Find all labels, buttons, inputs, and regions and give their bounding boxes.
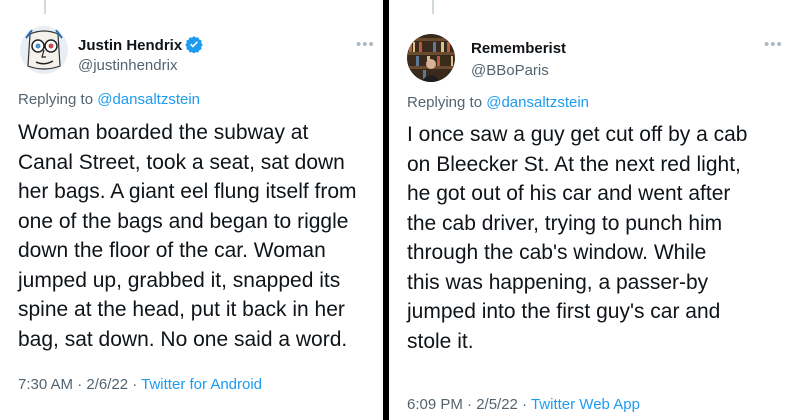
- replying-to: Replying to @dansaltzstein: [407, 94, 589, 111]
- tweet-card-left: Justin Hendrix @justinhendrix ••• Replyi…: [0, 0, 383, 420]
- display-name[interactable]: Justin Hendrix: [78, 35, 203, 54]
- bookshelf-photo-avatar-icon: [407, 34, 455, 82]
- tweet-source-link[interactable]: Twitter Web App: [531, 396, 640, 413]
- screenshot-root: Justin Hendrix @justinhendrix ••• Replyi…: [0, 0, 800, 420]
- replying-to-label: Replying to: [407, 94, 487, 111]
- tweet-card-right: Rememberist @BBoParis ••• Replying to @d…: [389, 0, 800, 420]
- more-options-icon[interactable]: •••: [764, 36, 783, 53]
- display-name-text[interactable]: Justin Hendrix: [78, 37, 182, 54]
- replying-to-mention-link[interactable]: @dansaltzstein: [97, 91, 200, 108]
- tweet-timestamp[interactable]: 6:09 PM · 2/5/22 ·: [407, 396, 531, 413]
- sketch-face-avatar-icon: [20, 26, 68, 74]
- more-options-icon[interactable]: •••: [356, 36, 375, 53]
- thread-connector-line: [432, 0, 434, 14]
- user-handle[interactable]: @BBoParis: [471, 62, 549, 79]
- tweet-source-link[interactable]: Twitter for Android: [141, 376, 262, 393]
- tweet-timestamp[interactable]: 7:30 AM · 2/6/22 ·: [18, 376, 141, 393]
- tweet-text: Woman boarded the subway at Canal Street…: [18, 121, 357, 351]
- tweet-text: I once saw a guy get cut off by a cab on…: [407, 123, 748, 353]
- replying-to-mention-link[interactable]: @dansaltzstein: [486, 94, 589, 111]
- display-name[interactable]: Rememberist: [471, 40, 566, 57]
- avatar[interactable]: [20, 26, 68, 74]
- avatar[interactable]: [407, 34, 455, 82]
- verified-badge-icon: [185, 36, 203, 53]
- thread-connector-line: [44, 0, 46, 14]
- replying-to-label: Replying to: [18, 91, 98, 108]
- tweet-metadata: 6:09 PM · 2/5/22 · Twitter Web App: [407, 396, 640, 413]
- replying-to: Replying to @dansaltzstein: [18, 91, 200, 108]
- user-handle[interactable]: @justinhendrix: [78, 57, 177, 74]
- tweet-metadata: 7:30 AM · 2/6/22 · Twitter for Android: [18, 376, 262, 393]
